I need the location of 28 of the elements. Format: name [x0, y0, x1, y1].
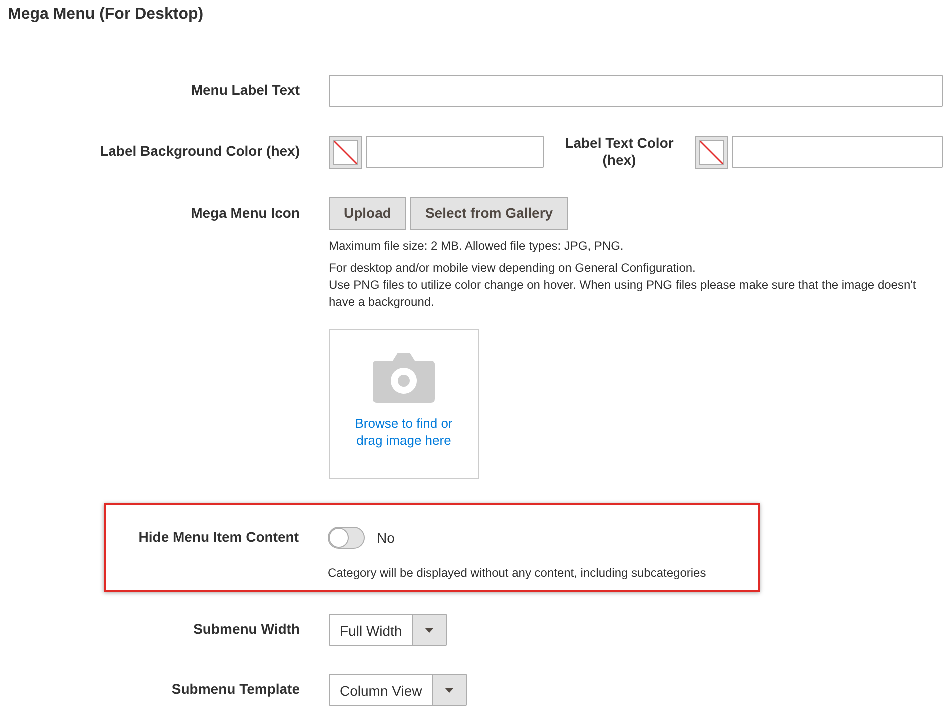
field-label: Submenu Width	[192, 620, 300, 638]
field-label: Menu Label Text	[190, 81, 300, 99]
caret-icon	[445, 688, 454, 692]
browse-link[interactable]: Browse to find or drag image here	[344, 415, 464, 449]
dropdown-select[interactable]: Full Width	[329, 614, 448, 646]
input-field[interactable]	[366, 136, 544, 168]
field-label: Submenu Template	[170, 680, 300, 698]
image-dropzone[interactable]: Browse to find or drag image here	[329, 329, 479, 479]
toggle-switch[interactable]	[328, 527, 365, 549]
color-picker-swatch[interactable]	[695, 136, 728, 168]
input-field[interactable]	[329, 75, 943, 107]
input-field[interactable]	[732, 136, 943, 168]
field-label: Label Background Color (hex)	[99, 142, 300, 160]
camera-icon	[373, 353, 435, 403]
help-text: For desktop and/or mobile view depending on General Configuration.	[329, 260, 697, 277]
toggle-state-text: No	[376, 528, 395, 548]
gallery-button[interactable]: Select from Gallery	[410, 197, 568, 230]
help-text: Category will be displayed without any content, including subcategories	[328, 565, 708, 582]
help-text: Maximum file size: 2 MB. Allowed file types: JPG, PNG.	[329, 238, 625, 255]
field-label: Mega Menu Icon	[190, 204, 300, 222]
help-text: Use PNG files to utilize color change on hover. When using PNG files please make sure that the image doesn't have a background.	[329, 277, 918, 311]
color-picker-swatch[interactable]	[329, 136, 362, 168]
dropdown-select[interactable]: Column View	[329, 674, 468, 706]
section-title: Mega Menu (For Desktop)	[8, 5, 205, 25]
upload-button[interactable]: Upload	[329, 197, 406, 230]
field-label: Hide Menu Item Content	[138, 528, 299, 546]
field-label: Label Text Color (hex)	[564, 135, 675, 169]
caret-icon	[425, 628, 434, 632]
